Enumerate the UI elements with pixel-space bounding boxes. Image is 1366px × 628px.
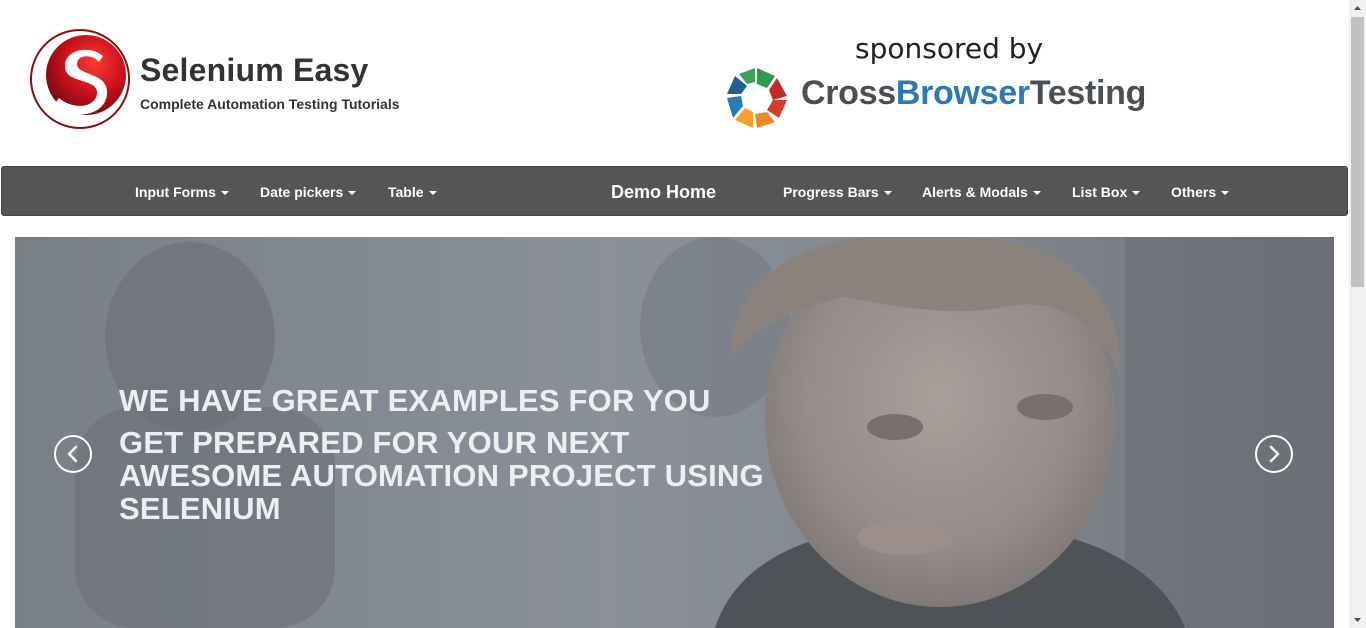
nav-alerts-modals[interactable]: Alerts & Modals <box>922 167 1041 217</box>
carousel-next-button[interactable] <box>1255 435 1293 473</box>
nav-label: Input Forms <box>135 184 216 200</box>
sponsor-name-part3: Testing <box>1029 74 1147 112</box>
scrollbar-thumb[interactable] <box>1351 17 1364 287</box>
sponsor-label: sponsored by <box>855 32 1044 65</box>
caret-down-icon <box>1132 191 1141 196</box>
carousel-subheading: GET PREPARED FOR YOUR NEXT AWESOME AUTOM… <box>119 425 764 526</box>
nav-label: Table <box>388 184 424 200</box>
caret-down-icon <box>348 191 357 196</box>
scroll-down-arrow-icon[interactable] <box>1349 611 1366 628</box>
caret-down-icon <box>428 191 437 196</box>
nav-table[interactable]: Table <box>388 167 437 217</box>
nav-label: Alerts & Modals <box>922 184 1028 200</box>
nav-label: Others <box>1171 184 1217 200</box>
sponsor-name-part2: Browser <box>895 74 1030 112</box>
carousel-heading: WE HAVE GREAT EXAMPLES FOR YOU <box>119 383 711 418</box>
sponsor-name[interactable]: CrossBrowserTesting <box>801 74 1146 113</box>
carousel-prev-button[interactable] <box>54 435 92 473</box>
nav-label: List Box <box>1072 184 1128 200</box>
caret-down-icon <box>1221 191 1230 196</box>
caret-down-icon <box>1032 191 1041 196</box>
nav-demo-home[interactable]: Demo Home <box>611 167 716 217</box>
sponsor-name-part1: Cross <box>801 74 896 112</box>
nav-progress-bars[interactable]: Progress Bars <box>783 167 892 217</box>
site-header: Selenium Easy Complete Automation Testin… <box>0 0 1349 165</box>
nav-date-pickers[interactable]: Date pickers <box>260 167 357 217</box>
chevron-right-icon <box>1269 445 1280 463</box>
hero-carousel: WE HAVE GREAT EXAMPLES FOR YOU GET PREPA… <box>15 237 1334 628</box>
nav-others[interactable]: Others <box>1171 167 1230 217</box>
brand-tagline: Complete Automation Testing Tutorials <box>140 96 400 112</box>
nav-label: Progress Bars <box>783 184 879 200</box>
brand-title[interactable]: Selenium Easy <box>140 52 369 89</box>
scroll-up-arrow-icon[interactable] <box>1349 0 1366 17</box>
caret-down-icon <box>220 191 229 196</box>
chevron-left-icon <box>67 445 78 463</box>
nav-input-forms[interactable]: Input Forms <box>135 167 229 217</box>
caret-down-icon <box>883 191 892 196</box>
crossbrowsertesting-logo-icon[interactable] <box>725 66 789 130</box>
main-navbar: Input Forms Date pickers Table Demo Home… <box>1 166 1348 216</box>
selenium-easy-logo-icon[interactable] <box>29 28 131 130</box>
nav-label: Date pickers <box>260 184 344 200</box>
nav-list-box[interactable]: List Box <box>1072 167 1141 217</box>
page-scrollbar[interactable] <box>1349 0 1366 628</box>
